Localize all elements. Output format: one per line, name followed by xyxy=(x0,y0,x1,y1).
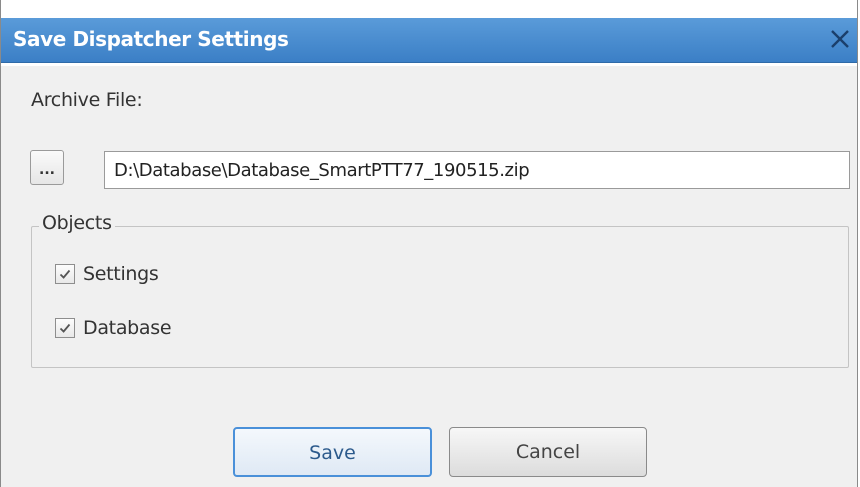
objects-legend: Objects xyxy=(39,212,115,234)
archive-path-field[interactable] xyxy=(104,151,850,189)
objects-groupbox xyxy=(31,226,849,368)
browse-button[interactable]: ... xyxy=(30,150,64,185)
settings-checkbox-row[interactable]: Settings xyxy=(55,263,159,285)
database-checkbox-row[interactable]: Database xyxy=(55,317,172,339)
save-button[interactable]: Save xyxy=(233,427,432,477)
dialog-title: Save Dispatcher Settings xyxy=(13,27,289,51)
settings-checkbox[interactable] xyxy=(55,264,75,284)
settings-checkbox-label: Settings xyxy=(83,263,159,285)
close-button[interactable] xyxy=(827,25,853,53)
title-bar: Save Dispatcher Settings xyxy=(1,0,857,66)
archive-file-label: Archive File: xyxy=(31,89,143,111)
close-icon xyxy=(831,30,849,48)
cancel-button[interactable]: Cancel xyxy=(449,427,647,477)
database-checkbox[interactable] xyxy=(55,318,75,338)
check-icon xyxy=(59,323,71,333)
save-dispatcher-settings-dialog: Save Dispatcher Settings Archive File: .… xyxy=(0,0,858,487)
database-checkbox-label: Database xyxy=(83,317,172,339)
check-icon xyxy=(59,269,71,279)
